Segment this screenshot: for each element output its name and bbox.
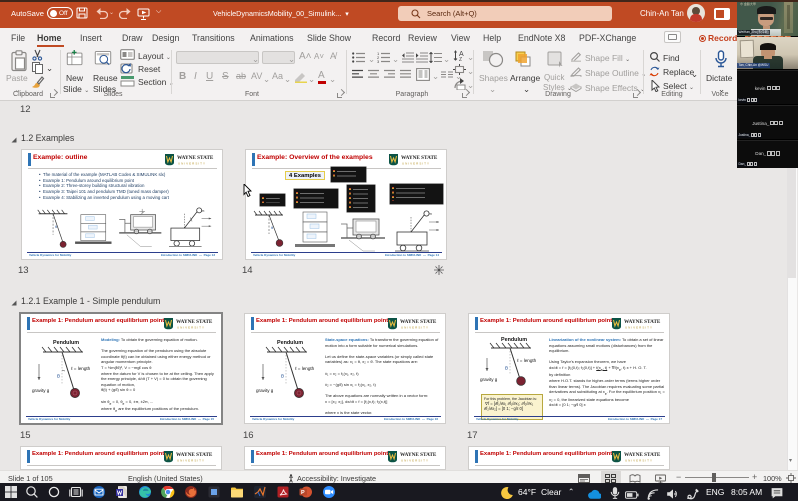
svg-text:θ: θ: [55, 225, 57, 229]
svg-text:gravity g: gravity g: [32, 388, 50, 393]
svg-text:θ: θ: [281, 374, 284, 380]
svg-text:UNIVERSITY: UNIVERSITY: [625, 326, 653, 330]
svg-text:WAYNE STATE: WAYNE STATE: [176, 319, 213, 325]
svg-text:WAYNE STATE: WAYNE STATE: [176, 452, 213, 458]
svg-text:WAYNE STATE: WAYNE STATE: [400, 452, 437, 458]
svg-text:WAYNE STATE: WAYNE STATE: [624, 452, 661, 458]
svg-text:3: 3: [377, 59, 380, 63]
svg-text:UNIVERSITY: UNIVERSITY: [177, 459, 205, 463]
svg-text:ℓ = length: ℓ = length: [295, 366, 315, 371]
svg-text:UNIVERSITY: UNIVERSITY: [625, 459, 653, 463]
svg-text:WAYNE STATE: WAYNE STATE: [624, 319, 661, 325]
svg-text:UNIVERSITY: UNIVERSITY: [402, 162, 430, 166]
svg-text:m: m: [429, 212, 432, 216]
svg-text:Pendulum: Pendulum: [501, 337, 527, 343]
svg-text:UNIVERSITY: UNIVERSITY: [178, 162, 206, 166]
svg-text:P: P: [301, 490, 305, 496]
svg-text:Pendulum: Pendulum: [277, 340, 303, 346]
svg-text:UNIVERSITY: UNIVERSITY: [401, 459, 429, 463]
svg-text:WAYNE STATE: WAYNE STATE: [401, 155, 438, 161]
svg-text:ℓ = length: ℓ = length: [71, 366, 91, 371]
svg-text:UNIVERSITY: UNIVERSITY: [401, 326, 429, 330]
svg-text:gravity g: gravity g: [480, 377, 498, 382]
svg-text:Pendulum: Pendulum: [53, 340, 79, 346]
svg-text:WAYNE STATE: WAYNE STATE: [400, 319, 437, 325]
svg-text:θ: θ: [505, 366, 508, 372]
svg-text:gravity g: gravity g: [256, 388, 274, 393]
svg-text:m: m: [202, 209, 205, 213]
svg-text:ℓ = length: ℓ = length: [517, 358, 537, 363]
svg-text:UNIVERSITY: UNIVERSITY: [177, 326, 205, 330]
svg-text:WAYNE STATE: WAYNE STATE: [177, 155, 214, 161]
svg-text:θ: θ: [57, 374, 60, 380]
svg-text:Z: Z: [459, 57, 462, 62]
